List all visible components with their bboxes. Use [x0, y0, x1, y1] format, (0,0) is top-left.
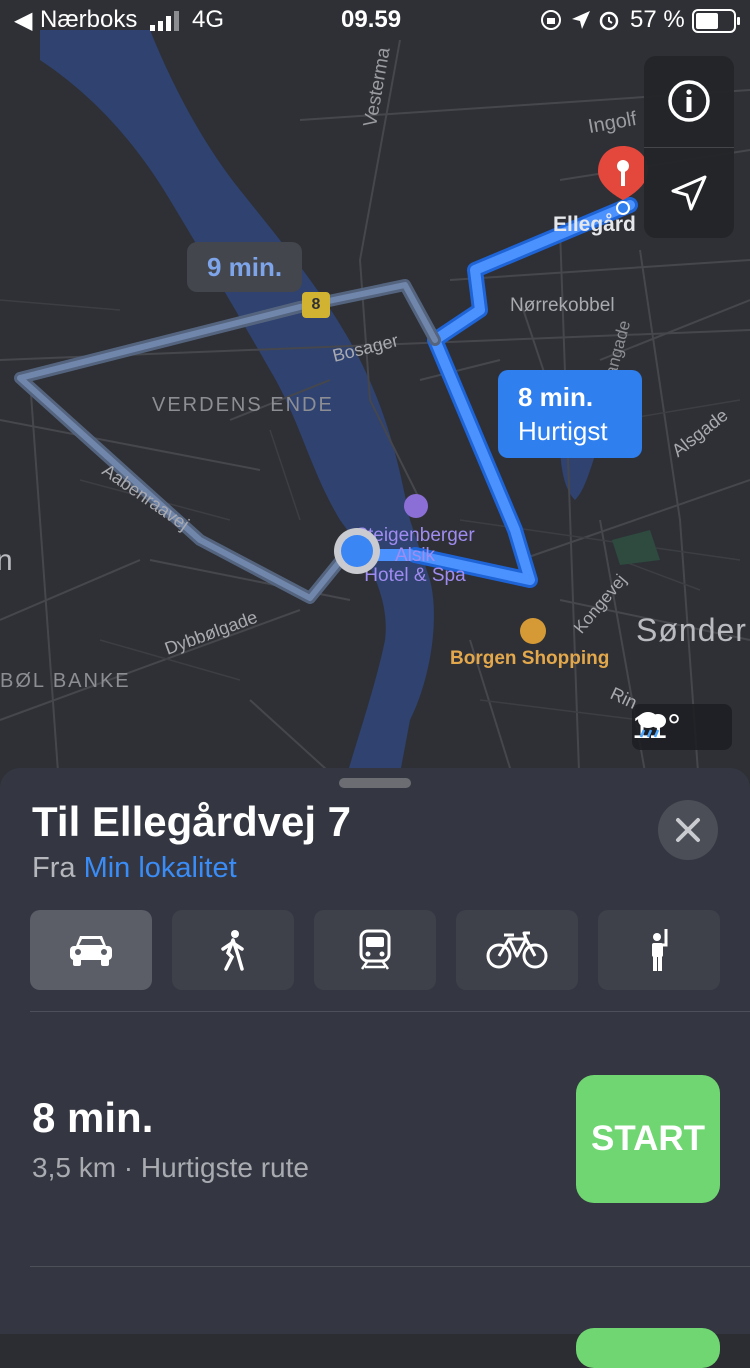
shopping-bag-icon[interactable]: [520, 618, 546, 644]
road-shield: 8: [302, 292, 330, 318]
map-label-sonder: Sønder: [636, 612, 747, 648]
divider: [30, 1011, 750, 1012]
location-arrow-icon: [671, 175, 707, 211]
route-time: 8 min.: [32, 1094, 154, 1141]
route-alt-bubble[interactable]: 9 min.: [187, 242, 303, 292]
close-button[interactable]: [658, 800, 718, 860]
mode-walk-button[interactable]: [172, 910, 294, 990]
origin-link[interactable]: Min lokalitet: [84, 852, 237, 884]
car-icon: [70, 936, 112, 966]
divider: [30, 1266, 750, 1267]
clock: 09.59: [341, 6, 402, 33]
map-label-edge: n: [0, 544, 13, 577]
route-detail: 3,5 km · Hurtigste rute: [32, 1152, 309, 1183]
sheet-grabber[interactable]: [339, 778, 411, 788]
map-pin-icon[interactable]: [596, 144, 650, 218]
destination-title: Til Ellegårdvej 7: [32, 798, 352, 845]
transport-modes: [30, 910, 720, 990]
route-main-tag: Hurtigst: [518, 416, 608, 446]
locate-button[interactable]: [644, 148, 734, 238]
origin-line: Fra Min lokalitet: [32, 852, 237, 885]
map-controls: [644, 56, 734, 238]
map-view[interactable]: Vesterma Ingolf Ellegård Nørrekobbel Bos…: [0, 0, 750, 800]
mode-rideshare-button[interactable]: [598, 910, 720, 990]
network-type: 4G: [192, 6, 225, 33]
info-button[interactable]: [644, 56, 734, 146]
bike-icon: [486, 931, 548, 969]
rain-cloud-icon: [638, 712, 666, 738]
alarm-icon: [598, 9, 620, 38]
weather-badge: 11°: [632, 704, 732, 750]
info-icon: [668, 80, 710, 122]
signal-icon: [150, 10, 184, 38]
close-icon: [676, 818, 700, 842]
walk-icon: [221, 930, 244, 971]
start-button[interactable]: START: [576, 1075, 720, 1203]
train-icon: [359, 929, 391, 970]
back-app-label[interactable]: Nærboks: [40, 6, 137, 34]
location-services-icon: [570, 9, 592, 38]
battery-icon: [692, 9, 742, 40]
map-label-bol-banke: BØL BANKE: [0, 670, 131, 692]
hotel-icon[interactable]: [404, 494, 428, 518]
rotation-lock-icon: [540, 9, 562, 38]
hail-icon: [652, 929, 668, 971]
route-main-time: 8 min.: [518, 382, 594, 412]
directions-sheet[interactable]: Til Ellegårdvej 7 Fra Min lokalitet 8 mi…: [0, 768, 750, 1368]
route-main-bubble[interactable]: 8 min. Hurtigst: [498, 370, 642, 458]
current-location-dot: [334, 528, 380, 574]
mode-transit-button[interactable]: [314, 910, 436, 990]
status-bar: ◀ Nærboks 4G 09.59 57 %: [0, 0, 750, 40]
back-arrow-icon[interactable]: ◀: [14, 6, 32, 35]
mode-bike-button[interactable]: [456, 910, 578, 990]
next-route-start-button[interactable]: [576, 1328, 720, 1368]
map-label-borgen[interactable]: Borgen Shopping: [450, 648, 609, 670]
from-prefix: Fra: [32, 852, 76, 884]
map-label-norrekobbel: Nørrekobbel: [510, 295, 615, 316]
map-label-verdens-ende: VERDENS ENDE: [152, 394, 334, 416]
mode-car-button[interactable]: [30, 910, 152, 990]
battery-percent: 57 %: [630, 6, 685, 33]
